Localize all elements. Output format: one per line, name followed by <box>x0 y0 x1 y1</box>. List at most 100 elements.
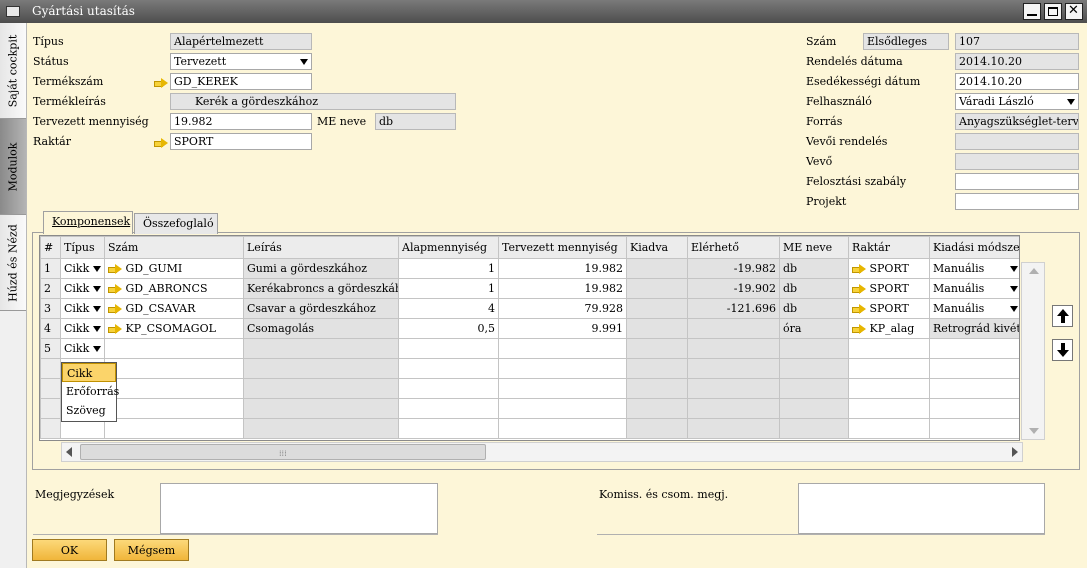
scroll-right-icon[interactable] <box>1012 447 1018 457</box>
components-grid[interactable]: # Típus Szám Leírás Alapmennyiség Tervez… <box>39 235 1020 441</box>
scroll-down-icon[interactable] <box>1029 428 1039 434</box>
link-arrow-icon[interactable] <box>852 264 866 274</box>
move-row-down-button[interactable] <box>1052 339 1073 361</box>
raktar-input[interactable]: SPORT <box>170 133 312 150</box>
leiras-cell: Kerékabroncs a gördeszkához <box>243 278 399 299</box>
move-row-up-button[interactable] <box>1052 305 1073 327</box>
maximize-button[interactable] <box>1044 3 1062 20</box>
dropdown-option-szoveg[interactable]: Szöveg <box>62 401 116 420</box>
link-arrow-icon[interactable] <box>108 264 122 274</box>
chevron-down-icon <box>1010 306 1018 312</box>
table-row[interactable]: 2 Cikk GD_ABRONCS Kerékabroncs a gördesz… <box>40 278 1019 299</box>
felosztasi-szabaly-input[interactable] <box>955 173 1079 190</box>
raktar-cell[interactable]: KP_alag <box>848 318 930 339</box>
dropdown-option-cikk[interactable]: Cikk <box>62 363 116 382</box>
col-header-leiras[interactable]: Leírás <box>243 236 399 259</box>
link-arrow-icon[interactable] <box>852 284 866 294</box>
megjegyzesek-textarea[interactable] <box>160 483 438 534</box>
link-arrow-icon[interactable] <box>108 324 122 334</box>
szam-cell[interactable] <box>104 338 244 359</box>
table-row[interactable] <box>40 398 1019 419</box>
table-row[interactable] <box>40 378 1019 399</box>
alapmennyiseg-cell[interactable] <box>398 338 499 359</box>
link-arrow-icon[interactable] <box>154 136 168 149</box>
kiadasi-modszer-cell[interactable]: Manuális <box>929 278 1019 299</box>
tervezett-cell[interactable]: 9.991 <box>498 318 627 339</box>
raktar-cell[interactable]: SPORT <box>848 258 930 279</box>
vertical-scrollbar[interactable] <box>1021 262 1045 440</box>
tervezett-cell[interactable]: 19.982 <box>498 278 627 299</box>
col-header-alapmennyiseg[interactable]: Alapmennyiség <box>398 236 499 259</box>
tab-komponensek[interactable]: Komponensek <box>43 211 133 234</box>
status-select[interactable]: Tervezett <box>170 53 312 70</box>
kiadva-cell <box>626 298 688 319</box>
table-row[interactable] <box>40 418 1019 439</box>
szam-cell[interactable]: GD_ABRONCS <box>104 278 244 299</box>
col-header-tervezett[interactable]: Tervezett mennyiség <box>498 236 627 259</box>
szam-cell[interactable]: GD_CSAVAR <box>104 298 244 319</box>
sidebar-tab-drag-relate[interactable]: Húzd és Nézd <box>0 215 26 311</box>
col-header-elerheto[interactable]: Elérhető <box>687 236 780 259</box>
horizontal-scrollbar[interactable]: ⁞⁞⁞ <box>61 442 1023 462</box>
tipus-dropdown-list[interactable]: Cikk Erőforrás Szöveg <box>61 362 119 422</box>
raktar-cell[interactable]: SPORT <box>848 278 930 299</box>
cancel-button[interactable]: Mégsem <box>114 539 189 561</box>
col-header-szam[interactable]: Szám <box>104 236 244 259</box>
projekt-input[interactable] <box>955 193 1079 210</box>
tipus-cell[interactable]: Cikk <box>60 298 105 319</box>
sidebar-tab-cockpit[interactable]: Saját cockpit <box>0 23 26 119</box>
series-field[interactable]: Elsődleges <box>863 33 949 50</box>
close-button[interactable]: ✕ <box>1065 3 1083 20</box>
tervezett-cell[interactable] <box>498 338 627 359</box>
komiss-textarea[interactable] <box>798 483 1045 534</box>
kiadasi-modszer-cell[interactable] <box>929 338 1019 359</box>
link-arrow-icon[interactable] <box>852 304 866 314</box>
scroll-thumb[interactable]: ⁞⁞⁞ <box>80 444 486 460</box>
tipus-cell[interactable]: Cikk <box>60 318 105 339</box>
link-arrow-icon[interactable] <box>852 324 866 334</box>
col-header-kiadasi-modszer[interactable]: Kiadási módszer <box>929 236 1019 259</box>
table-row[interactable]: 5 Cikk <box>40 338 1019 359</box>
col-header-tipus[interactable]: Típus <box>60 236 105 259</box>
raktar-cell[interactable]: SPORT <box>848 298 930 319</box>
tervezett-mennyiseg-input[interactable]: 19.982 <box>170 113 312 130</box>
termekszam-input[interactable]: GD_KEREK <box>170 73 312 90</box>
sidebar-tab-modules[interactable]: Modulok <box>0 119 26 215</box>
link-arrow-icon[interactable] <box>108 304 122 314</box>
link-arrow-icon[interactable] <box>154 76 168 89</box>
link-arrow-icon[interactable] <box>108 284 122 294</box>
table-row[interactable]: 1 Cikk GD_GUMI Gumi a gördeszkához 1 19.… <box>40 258 1019 279</box>
kiadasi-modszer-cell[interactable]: Manuális <box>929 258 1019 279</box>
tab-osszefoglalo[interactable]: Összefoglaló <box>134 213 218 234</box>
tipus-cell[interactable]: Cikk <box>60 338 105 359</box>
scroll-left-icon[interactable] <box>66 447 72 457</box>
scroll-up-icon[interactable] <box>1029 268 1039 274</box>
tipus-cell[interactable]: Cikk <box>60 258 105 279</box>
tervezett-cell[interactable]: 19.982 <box>498 258 627 279</box>
alapmennyiseg-cell[interactable]: 1 <box>398 278 499 299</box>
esedekessegi-datum-input[interactable]: 2014.10.20 <box>955 73 1079 90</box>
szam-cell[interactable]: GD_GUMI <box>104 258 244 279</box>
alapmennyiseg-cell[interactable]: 1 <box>398 258 499 279</box>
alapmennyiseg-cell[interactable]: 0,5 <box>398 318 499 339</box>
chevron-down-icon <box>300 59 308 65</box>
ok-button[interactable]: OK <box>32 539 107 561</box>
col-header-me-neve[interactable]: ME neve <box>779 236 849 259</box>
kiadasi-modszer-cell[interactable]: Manuális <box>929 298 1019 319</box>
col-header-raktar[interactable]: Raktár <box>848 236 930 259</box>
title-bar: Gyártási utasítás ✕ <box>0 0 1087 23</box>
col-header-num[interactable]: # <box>40 236 61 259</box>
raktar-cell[interactable] <box>848 338 930 359</box>
table-row[interactable]: 3 Cikk GD_CSAVAR Csavar a gördeszkához 4… <box>40 298 1019 319</box>
alapmennyiseg-cell[interactable]: 4 <box>398 298 499 319</box>
table-row[interactable] <box>40 358 1019 379</box>
szam-cell[interactable]: KP_CSOMAGOL <box>104 318 244 339</box>
felhasznalo-select[interactable]: Váradi László <box>955 93 1079 110</box>
col-header-kiadva[interactable]: Kiadva <box>626 236 688 259</box>
tipus-cell[interactable]: Cikk <box>60 278 105 299</box>
minimize-button[interactable] <box>1023 3 1041 20</box>
tervezett-cell[interactable]: 79.928 <box>498 298 627 319</box>
dropdown-option-eroforras[interactable]: Erőforrás <box>62 382 119 401</box>
table-row[interactable]: 4 Cikk KP_CSOMAGOL Csomagolás 0,5 9.991 … <box>40 318 1019 339</box>
window-icon <box>6 6 20 17</box>
